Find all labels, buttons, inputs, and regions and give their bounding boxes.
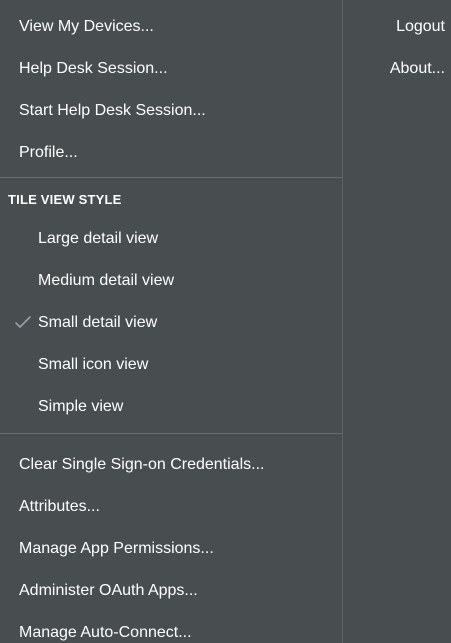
checkmark-icon bbox=[14, 313, 32, 331]
menu-item-help-desk-session[interactable]: Help Desk Session... bbox=[0, 49, 342, 89]
menu-item-administer-oauth-apps[interactable]: Administer OAuth Apps... bbox=[0, 571, 342, 611]
menu-item-label: Manage App Permissions... bbox=[19, 540, 214, 557]
menu-item-label: Small detail view bbox=[38, 314, 158, 331]
menu-item-manage-auto-connect[interactable]: Manage Auto-Connect... bbox=[0, 613, 342, 643]
menu-item-label: Simple view bbox=[38, 398, 124, 415]
menu-item-label: Help Desk Session... bbox=[19, 60, 168, 77]
menu-item-label: Large detail view bbox=[38, 230, 159, 247]
menu-item-profile[interactable]: Profile... bbox=[0, 133, 342, 173]
menu-item-simple-view[interactable]: Simple view bbox=[0, 387, 342, 427]
menu-item-label: Small icon view bbox=[38, 356, 149, 373]
menu-item-small-icon-view[interactable]: Small icon view bbox=[0, 345, 342, 385]
menu-item-label: Profile... bbox=[19, 144, 78, 161]
menu-item-medium-detail-view[interactable]: Medium detail view bbox=[0, 261, 342, 301]
menu-item-label: About... bbox=[389, 60, 445, 77]
menu-right-column: Logout About... bbox=[343, 0, 451, 643]
menu-item-start-help-desk-session[interactable]: Start Help Desk Session... bbox=[0, 91, 342, 131]
menu-item-large-detail-view[interactable]: Large detail view bbox=[0, 219, 342, 259]
menu-item-label: Medium detail view bbox=[38, 272, 175, 289]
menu-item-view-my-devices[interactable]: View My Devices... bbox=[0, 7, 342, 47]
menu-divider bbox=[0, 177, 343, 178]
menu-item-label: Clear Single Sign-on Credentials... bbox=[19, 456, 265, 473]
user-menu: View My Devices... Help Desk Session... … bbox=[0, 0, 451, 643]
tile-view-style-header: TILE VIEW STYLE bbox=[8, 192, 122, 207]
menu-item-logout[interactable]: Logout bbox=[343, 7, 451, 47]
menu-item-attributes[interactable]: Attributes... bbox=[0, 487, 342, 527]
menu-item-label: Start Help Desk Session... bbox=[19, 102, 206, 119]
menu-left-column: View My Devices... Help Desk Session... … bbox=[0, 0, 343, 643]
menu-item-small-detail-view[interactable]: Small detail view bbox=[0, 303, 342, 343]
menu-item-label: View My Devices... bbox=[19, 18, 154, 35]
menu-item-label: Administer OAuth Apps... bbox=[19, 582, 198, 599]
menu-item-about[interactable]: About... bbox=[343, 49, 451, 89]
menu-divider bbox=[0, 433, 343, 434]
menu-item-manage-app-permissions[interactable]: Manage App Permissions... bbox=[0, 529, 342, 569]
menu-item-label: Logout bbox=[396, 18, 445, 35]
menu-item-label: Attributes... bbox=[19, 498, 100, 515]
menu-item-label: Manage Auto-Connect... bbox=[19, 624, 192, 641]
menu-item-clear-sso-credentials[interactable]: Clear Single Sign-on Credentials... bbox=[0, 445, 342, 485]
